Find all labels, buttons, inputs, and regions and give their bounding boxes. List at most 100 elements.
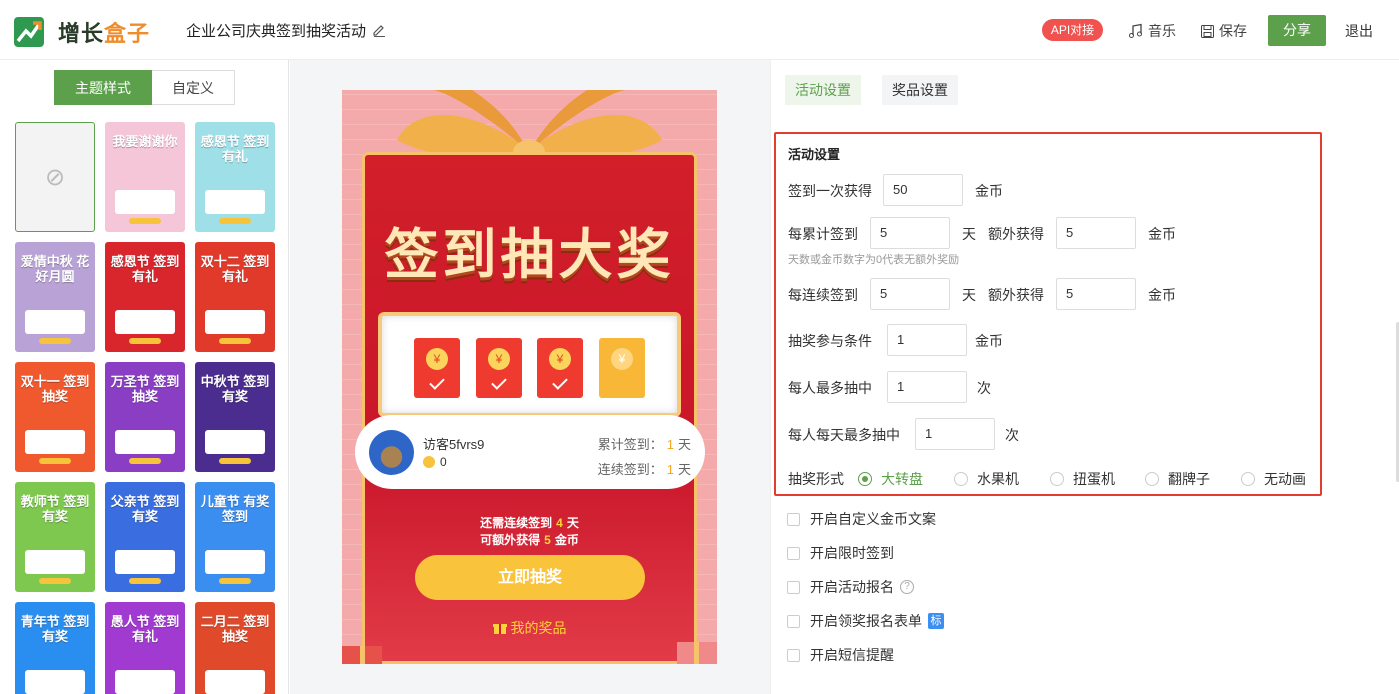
radio-label: 无动画 — [1264, 471, 1306, 487]
theme-title: 儿童节 有奖签到 — [200, 494, 270, 524]
yuan-coin-icon: ¥ — [549, 348, 571, 370]
tag-badge: 标 — [928, 613, 944, 629]
cumulative-extra-input[interactable]: 5 — [1056, 217, 1136, 249]
preview-title: 签到抽大奖 — [384, 225, 675, 285]
theme-card-preview — [25, 430, 85, 454]
theme-card-preview — [115, 430, 175, 454]
red-packet: ¥ — [537, 338, 583, 398]
theme-title: 感恩节 签到有礼 — [110, 254, 180, 284]
radio-gashapon[interactable]: 扭蛋机 — [1050, 469, 1115, 489]
sign-once-input[interactable]: 50 — [883, 174, 963, 206]
theme-thumbnail[interactable]: 中秋节 签到有奖 — [195, 362, 275, 472]
edit-icon[interactable] — [372, 23, 386, 37]
radio-dot — [1050, 472, 1064, 486]
condition-input[interactable]: 1 — [887, 324, 967, 356]
theme-card-preview — [205, 550, 265, 574]
theme-button-preview — [129, 578, 161, 584]
none-icon: ⊘ — [44, 164, 66, 191]
radio-wheel[interactable]: 大转盘 — [858, 469, 923, 489]
checkbox-box — [787, 614, 800, 628]
radio-fruit-machine[interactable]: 水果机 — [954, 469, 1019, 489]
user-name: 访客5fvrs9 — [423, 437, 485, 452]
theme-thumbnail[interactable]: 感恩节 签到有礼 — [105, 242, 185, 352]
checkbox-prize-form[interactable]: 开启领奖报名表单标 — [787, 611, 944, 631]
theme-thumbnail[interactable]: 爱情中秋 花好月圆 — [15, 242, 95, 352]
theme-thumbnail[interactable]: 教师节 签到有奖 — [15, 482, 95, 592]
theme-none[interactable]: ⊘ — [15, 122, 95, 232]
music-button[interactable]: 音乐 — [1128, 21, 1176, 41]
times-unit: 次 — [1005, 427, 1019, 443]
max-win-label: 每人最多抽中 — [788, 380, 872, 396]
yuan-coin-icon: ¥ — [426, 348, 448, 370]
draw-button[interactable]: 立即抽奖 — [415, 555, 645, 600]
day-unit: 天 — [677, 462, 691, 477]
gift-boxes-decoration — [342, 642, 717, 664]
day-unit: 天 — [962, 287, 976, 303]
theme-button-preview — [39, 578, 71, 584]
cumulative-label: 每累计签到 — [788, 226, 858, 242]
checkbox-custom-coin-text[interactable]: 开启自定义金币文案 — [787, 509, 936, 529]
user-card: 访客5fvrs9 0 累计签到： 1 天 连续签到： 1 天 — [355, 415, 705, 489]
tab-custom[interactable]: 自定义 — [152, 70, 235, 105]
checkbox-label: 开启活动报名 — [810, 579, 894, 595]
consecutive-value: 1 — [666, 462, 674, 477]
sign-once-label: 签到一次获得 — [788, 183, 872, 199]
checkbox-sms-reminder[interactable]: 开启短信提醒 — [787, 645, 894, 665]
yuan-coin-icon: ¥ — [488, 348, 510, 370]
section-title: 活动设置 — [788, 147, 841, 162]
radio-dot — [1145, 472, 1159, 486]
radio-dot — [954, 472, 968, 486]
theme-button-preview — [39, 338, 71, 344]
theme-thumbnail[interactable]: 双十一 签到抽奖 — [15, 362, 95, 472]
radio-flip-card[interactable]: 翻牌子 — [1145, 469, 1210, 489]
tab-theme-style[interactable]: 主题样式 — [54, 70, 152, 105]
theme-thumbnail[interactable]: 儿童节 有奖签到 — [195, 482, 275, 592]
theme-thumbnail[interactable]: 父亲节 签到有奖 — [105, 482, 185, 592]
cumulative-days-input[interactable]: 5 — [870, 217, 950, 249]
logo-text: 增长盒子 — [58, 21, 151, 46]
max-win-input[interactable]: 1 — [887, 371, 967, 403]
help-icon[interactable]: ? — [900, 580, 914, 594]
red-packet: ¥ — [476, 338, 522, 398]
top-header: 增长盒子 企业公司庆典签到抽奖活动 API对接 音乐 保存 分享 退出 — [0, 0, 1399, 60]
share-button[interactable]: 分享 — [1268, 15, 1326, 46]
theme-thumbnail[interactable]: 愚人节 签到有礼 — [105, 602, 185, 694]
checkbox-limited-time[interactable]: 开启限时签到 — [787, 543, 894, 563]
tip1-num: 4 — [556, 516, 563, 530]
theme-title: 教师节 签到有奖 — [20, 494, 90, 524]
consecutive-days-input[interactable]: 5 — [870, 278, 950, 310]
theme-card-preview — [25, 670, 85, 694]
theme-thumbnail[interactable]: 万圣节 签到抽奖 — [105, 362, 185, 472]
theme-thumbnail[interactable]: 感恩节 签到有礼 — [195, 122, 275, 232]
gift-icon — [492, 624, 507, 634]
radio-no-animation[interactable]: 无动画 — [1241, 469, 1306, 489]
save-button[interactable]: 保存 — [1200, 21, 1247, 41]
exit-button[interactable]: 退出 — [1345, 21, 1373, 41]
theme-button-preview — [129, 458, 161, 464]
theme-card-preview — [205, 670, 265, 694]
theme-button-preview — [219, 338, 251, 344]
theme-title: 愚人节 签到有礼 — [110, 614, 180, 644]
theme-card-preview — [115, 310, 175, 334]
tip-line-2: 可额外获得 5 金币 — [342, 531, 717, 548]
tab-prize-settings[interactable]: 奖品设置 — [882, 75, 958, 105]
theme-thumbnail[interactable]: 二月二 签到抽奖 — [195, 602, 275, 694]
tip2-post: 金币 — [554, 533, 579, 547]
daily-max-input[interactable]: 1 — [915, 418, 995, 450]
settings-panel: 活动设置 奖品设置 活动设置 签到一次获得 50 金币 每累计签到 5 天 额外… — [770, 60, 1399, 694]
coin-unit: 金币 — [1148, 226, 1176, 242]
theme-thumbnail[interactable]: 双十二 签到有礼 — [195, 242, 275, 352]
tab-activity-settings[interactable]: 活动设置 — [785, 75, 861, 105]
zero-hint: 天数或金币数字为0代表无额外奖励 — [788, 254, 960, 266]
logo-icon — [14, 17, 44, 47]
checkbox-registration[interactable]: 开启活动报名? — [787, 577, 914, 597]
theme-thumbnail[interactable]: 我要谢谢你 — [105, 122, 185, 232]
extra-label: 额外获得 — [988, 287, 1044, 303]
red-packet: ¥ — [414, 338, 460, 398]
consecutive-extra-input[interactable]: 5 — [1056, 278, 1136, 310]
theme-thumbnail[interactable]: 青年节 签到有奖 — [15, 602, 95, 694]
day-unit: 天 — [677, 437, 691, 452]
api-button[interactable]: API对接 — [1042, 19, 1103, 41]
red-packet: ¥ — [599, 338, 645, 398]
logo[interactable]: 增长盒子 — [14, 16, 150, 48]
